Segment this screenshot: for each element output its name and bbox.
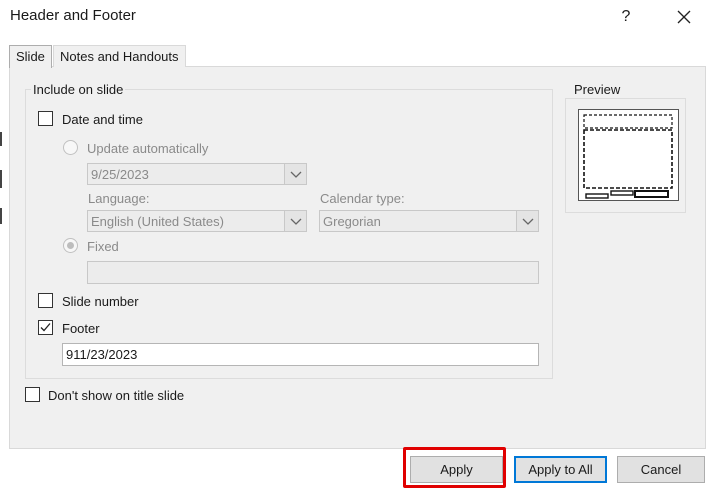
close-button[interactable]: [669, 3, 699, 31]
fixed-radio[interactable]: [63, 238, 78, 253]
window-edge-mark: [0, 170, 2, 188]
update-automatically-radio[interactable]: [63, 140, 78, 155]
date-format-arrow: [284, 164, 306, 184]
slide-number-label[interactable]: Slide number: [62, 294, 139, 309]
tab-slide-label: Slide: [16, 49, 45, 64]
footer-label[interactable]: Footer: [62, 321, 100, 336]
preview-label: Preview: [572, 82, 623, 97]
chevron-down-icon: [522, 218, 534, 225]
calendar-type-label: Calendar type:: [320, 191, 405, 206]
chevron-down-icon: [290, 218, 302, 225]
include-on-slide-label: Include on slide: [31, 82, 126, 97]
calendar-type-value: Gregorian: [323, 214, 381, 229]
dialog-title: Header and Footer: [10, 7, 136, 24]
tab-slide[interactable]: Slide: [9, 45, 52, 68]
fixed-label: Fixed: [87, 239, 119, 254]
footer-checkbox[interactable]: [38, 320, 53, 335]
chevron-down-icon: [290, 171, 302, 178]
calendar-type-arrow: [516, 211, 538, 231]
update-automatically-label: Update automatically: [87, 141, 209, 156]
include-on-slide-group: [25, 89, 553, 379]
language-dropdown[interactable]: English (United States): [87, 210, 307, 232]
preview-thumbnail: [578, 109, 679, 201]
fixed-radio-dot: [67, 242, 74, 249]
apply-to-all-button[interactable]: Apply to All: [514, 456, 607, 483]
date-time-checkbox[interactable]: [38, 111, 53, 126]
tab-notes-label: Notes and Handouts: [60, 49, 179, 64]
window-edge-mark: [0, 132, 2, 146]
apply-highlight-box: [403, 447, 506, 488]
language-value: English (United States): [91, 214, 224, 229]
fixed-date-input[interactable]: [87, 261, 539, 284]
date-time-text: Date and time: [62, 112, 143, 127]
help-button[interactable]: ?: [613, 5, 639, 29]
slide-number-checkbox[interactable]: [38, 293, 53, 308]
cancel-button[interactable]: Cancel: [617, 456, 705, 483]
window-edge-mark: [0, 208, 2, 224]
date-format-dropdown[interactable]: 9/25/2023: [87, 163, 307, 185]
date-time-label[interactable]: Date and time: [62, 112, 143, 127]
footer-text-input[interactable]: 911/23/2023: [62, 343, 539, 366]
language-label: Language:: [88, 191, 150, 206]
dont-show-title-checkbox[interactable]: [25, 387, 40, 402]
tab-notes-handouts[interactable]: Notes and Handouts: [53, 45, 186, 67]
slide-layout-preview-icon: [578, 109, 679, 201]
checkmark-icon: [40, 323, 51, 332]
dont-show-title-label[interactable]: Don't show on title slide: [48, 388, 184, 403]
date-format-value: 9/25/2023: [91, 167, 149, 182]
close-icon: [677, 10, 691, 24]
calendar-type-dropdown[interactable]: Gregorian: [319, 210, 539, 232]
language-arrow: [284, 211, 306, 231]
